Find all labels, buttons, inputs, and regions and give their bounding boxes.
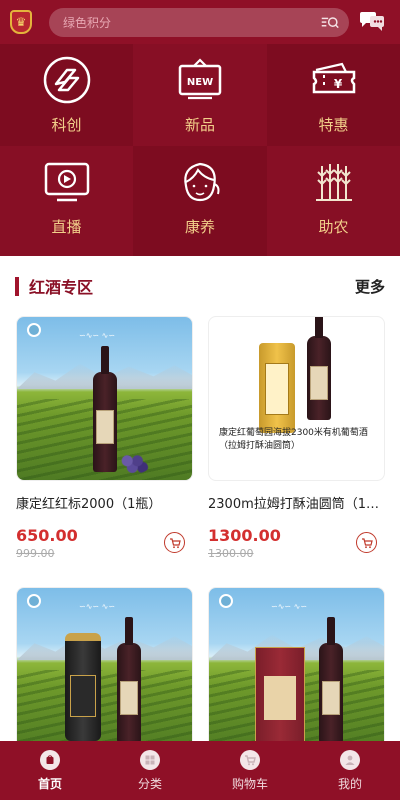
price-row: 650.00 999.00 <box>16 526 193 566</box>
category-live[interactable]: 直播 <box>0 146 133 256</box>
wine-bottle-image <box>319 617 343 743</box>
brand-logo[interactable]: ♛ <box>10 10 32 34</box>
category-innovation[interactable]: 科创 <box>0 44 133 146</box>
product-card[interactable]: ∽∿∽ ∿∽ 康定红红标2000（1瓶） 650.00 999.00 <box>16 316 193 566</box>
wine-bottle-image <box>307 317 331 420</box>
grapes-image <box>117 452 151 474</box>
tab-profile[interactable]: 我的 <box>300 741 400 800</box>
category-label: 新品 <box>184 116 215 134</box>
category-label: 特惠 <box>318 116 349 134</box>
category-label: 助农 <box>318 218 349 236</box>
chat-icon[interactable] <box>358 10 386 34</box>
bottom-tab-bar: 首页 分类 购物车 我的 <box>0 741 400 800</box>
category-grid: 科创 NEW 新品 ¥ 特惠 直播 康养 助农 <box>0 44 400 256</box>
tab-home[interactable]: 首页 <box>0 741 100 800</box>
gift-box-image <box>255 647 305 743</box>
wheat-icon <box>315 164 352 201</box>
category-wellness[interactable]: 康养 <box>133 146 267 256</box>
svg-text:¥: ¥ <box>333 77 342 91</box>
top-header: ♛ 绿色积分 <box>0 0 400 44</box>
product-image[interactable]: ∽∿∽ ∿∽ <box>208 587 385 752</box>
product-name: 康定红红标2000（1瓶） <box>16 497 162 512</box>
section-header: 红酒专区 更多 <box>0 256 400 316</box>
product-name: 2300m拉姆打酥油圆筒（1瓶） <box>208 497 385 512</box>
image-caption: 康定红葡萄园海拔2300米有机葡萄酒（拉姆打酥油圆筒） <box>219 428 368 451</box>
price-row: 1300.00 1300.00 <box>208 526 385 566</box>
category-discount[interactable]: ¥ 特惠 <box>267 44 400 146</box>
tab-cart[interactable]: 购物车 <box>200 741 300 800</box>
category-label: 直播 <box>51 218 82 236</box>
gold-tube-image <box>259 343 295 433</box>
wellness-face-icon <box>184 162 220 202</box>
product-image[interactable]: ∽∿∽ ∿∽ <box>16 316 193 481</box>
svg-text:NEW: NEW <box>187 77 213 88</box>
innovation-icon <box>43 56 90 104</box>
product-card[interactable]: ∽∿∽ ∿∽ <box>208 587 385 752</box>
more-link[interactable]: 更多 <box>355 276 385 297</box>
brand-badge-icon <box>27 594 41 608</box>
search-bar[interactable]: 绿色积分 <box>49 8 349 37</box>
add-to-cart-button[interactable] <box>356 532 377 553</box>
category-label: 康养 <box>184 218 215 236</box>
home-icon <box>40 749 60 770</box>
cart-icon <box>169 537 181 548</box>
wine-bottle-image <box>93 346 117 472</box>
tab-category[interactable]: 分类 <box>100 741 200 800</box>
live-tv-icon <box>44 162 89 202</box>
brand-badge-icon <box>27 323 41 337</box>
search-placeholder: 绿色积分 <box>63 16 112 30</box>
category-new[interactable]: NEW 新品 <box>133 44 267 146</box>
product-card[interactable]: 康定红葡萄园海拔2300米有机葡萄酒（拉姆打酥油圆筒） 2300m拉姆打酥油圆筒… <box>208 316 385 566</box>
tab-label: 首页 <box>37 776 62 791</box>
tab-label: 分类 <box>137 776 162 791</box>
tab-label: 购物车 <box>231 776 268 791</box>
cart-icon <box>240 749 260 770</box>
category-label: 科创 <box>51 116 82 134</box>
product-image[interactable]: ∽∿∽ ∿∽ <box>16 587 193 752</box>
add-to-cart-button[interactable] <box>164 532 185 553</box>
brand-badge-icon <box>219 594 233 608</box>
section-accent-bar <box>15 276 19 296</box>
cart-icon <box>361 537 373 548</box>
decorative-tagline: ∽∿∽ ∿∽ <box>79 331 116 340</box>
product-card[interactable]: ∽∿∽ ∿∽ <box>16 587 193 752</box>
user-icon <box>340 749 360 770</box>
category-agriculture[interactable]: 助农 <box>267 146 400 256</box>
product-image[interactable]: 康定红葡萄园海拔2300米有机葡萄酒（拉姆打酥油圆筒） <box>208 316 385 481</box>
discount-ticket-icon: ¥ <box>312 62 355 94</box>
new-icon: NEW <box>178 58 222 100</box>
decorative-tagline: ∽∿∽ ∿∽ <box>271 602 308 611</box>
wine-bottle-image <box>117 617 141 743</box>
decorative-tagline: ∽∿∽ ∿∽ <box>79 602 116 611</box>
search-icon[interactable] <box>319 12 341 34</box>
gift-tube-image <box>65 633 101 741</box>
section-title: 红酒专区 <box>29 278 94 297</box>
tab-label: 我的 <box>337 776 362 791</box>
category-icon <box>140 749 160 770</box>
